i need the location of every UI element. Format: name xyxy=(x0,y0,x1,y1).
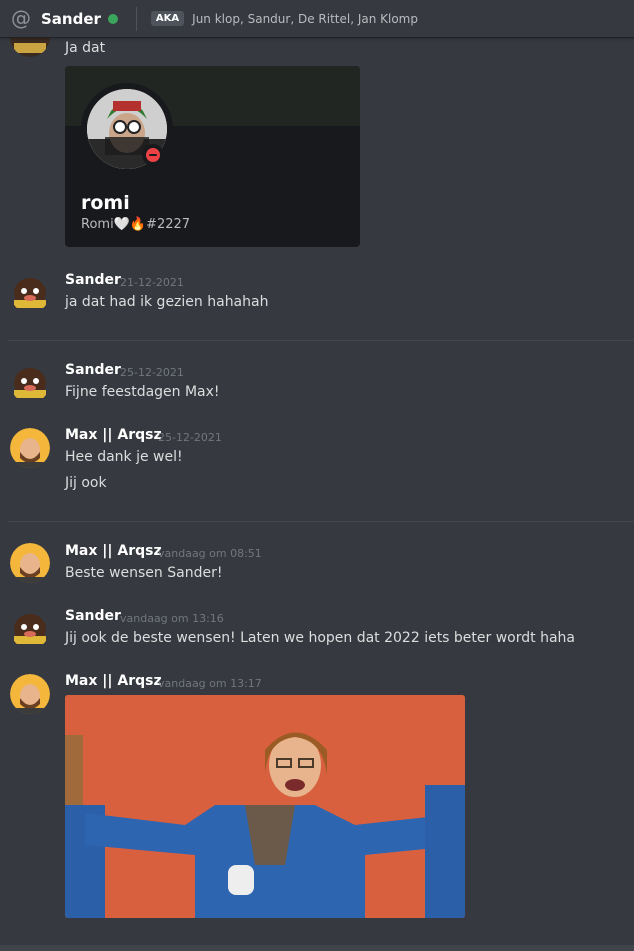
message-text: Jij ook xyxy=(65,475,107,491)
message-timestamp: 25-12-2021 xyxy=(120,366,184,379)
avatar[interactable] xyxy=(10,543,50,583)
message-list[interactable]: Ja dat romi Romi🤍🔥#2227 Sander 21-12-202… xyxy=(0,17,634,951)
message-input-bar[interactable] xyxy=(0,945,634,951)
message-timestamp: vandaag om 08:51 xyxy=(158,547,262,560)
header-divider xyxy=(135,6,137,31)
dnd-status-icon xyxy=(142,144,164,166)
message-text: ja dat had ik gezien hahahah xyxy=(65,294,269,310)
message-username[interactable]: Max || Arqsz xyxy=(65,543,162,559)
card-username: romi xyxy=(81,192,130,214)
aka-badge: AKA xyxy=(150,11,185,26)
message-text: Fijne feestdagen Max! xyxy=(65,384,220,400)
message-username[interactable]: Max || Arqsz xyxy=(65,427,162,443)
avatar[interactable] xyxy=(10,428,50,468)
message-timestamp: vandaag om 13:16 xyxy=(120,612,224,625)
message-username[interactable]: Sander xyxy=(65,608,121,624)
gif-attachment[interactable] xyxy=(65,695,465,918)
profile-card-embed[interactable]: romi Romi🤍🔥#2227 xyxy=(65,66,360,247)
header-username[interactable]: Sander xyxy=(41,10,101,28)
message-username[interactable]: Max || Arqsz xyxy=(65,673,162,689)
message-text: Hee dank je wel! xyxy=(65,449,183,465)
avatar[interactable] xyxy=(10,363,50,403)
message-divider xyxy=(8,340,634,341)
message-timestamp: 25-12-2021 xyxy=(158,431,222,444)
avatar[interactable] xyxy=(10,674,50,714)
message-username[interactable]: Sander xyxy=(65,272,121,288)
at-icon: @ xyxy=(11,5,31,30)
card-tag: Romi🤍🔥#2227 xyxy=(81,217,191,232)
message-timestamp: vandaag om 13:17 xyxy=(158,677,262,690)
channel-header: @ Sander AKA Jun klop, Sandur, De Rittel… xyxy=(0,0,634,38)
message-divider xyxy=(8,521,634,522)
avatar[interactable] xyxy=(10,609,50,649)
message-text: Beste wensen Sander! xyxy=(65,565,223,581)
message-timestamp: 21-12-2021 xyxy=(120,276,184,289)
online-status-icon xyxy=(107,13,118,24)
message-text: Ja dat xyxy=(65,40,106,56)
message-text: Jij ook de beste wensen! Laten we hopen … xyxy=(65,630,575,646)
message-username[interactable]: Sander xyxy=(65,362,121,378)
avatar[interactable] xyxy=(10,273,50,313)
aka-names: Jun klop, Sandur, De Rittel, Jan Klomp xyxy=(192,11,418,26)
